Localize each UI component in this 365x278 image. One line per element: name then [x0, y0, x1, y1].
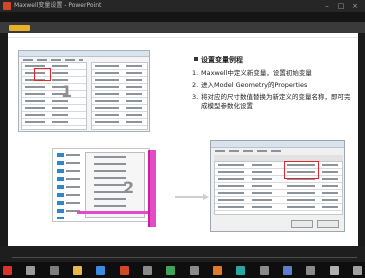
app-icon-15[interactable]: [329, 265, 339, 275]
dialog-tab-labels: [23, 59, 83, 61]
app-icon-13[interactable]: [282, 265, 292, 275]
step-text: Maxwell中定义新变量，设置初始变量: [201, 69, 312, 77]
step-list: 1. Maxwell中定义新变量，设置初始变量 2. 进入Model Geome…: [192, 69, 352, 114]
active-tab-marker[interactable]: [9, 25, 30, 31]
tree-node-labels: [66, 154, 80, 218]
arrow-right-icon: [175, 194, 209, 200]
status-bar: [0, 246, 365, 262]
step-text: 进入Model Geometry的Properties: [201, 81, 308, 89]
ribbon-tab-row: [0, 22, 365, 33]
title-bar: Maxwell变量设置 - PowerPoint – □ ×: [0, 0, 365, 12]
step-number: 1.: [192, 69, 199, 77]
file-explorer-icon[interactable]: [72, 265, 82, 275]
callout-number-2: 2: [123, 178, 135, 197]
red-highlight-box: [284, 161, 319, 179]
dialog-tab-labels: [215, 150, 285, 152]
app-icon-12[interactable]: [259, 265, 269, 275]
variable-grid: [21, 62, 87, 130]
cancel-button: [317, 220, 339, 228]
tree-node-icons: [57, 153, 64, 219]
start-icon[interactable]: [3, 265, 12, 275]
app-icon-7[interactable]: [142, 265, 152, 275]
geometry-properties-screenshot: [210, 140, 345, 232]
notification-icon[interactable]: [352, 265, 362, 275]
property-grid: [91, 62, 148, 130]
red-highlight-box: [34, 68, 51, 81]
slide-title-text: 设置变量例程: [201, 56, 243, 64]
context-menu: [85, 152, 145, 218]
app-icon-9[interactable]: [189, 265, 199, 275]
slide-header-rule: [8, 37, 358, 38]
grid-text-column: [218, 164, 244, 212]
step-number: 2.: [192, 81, 199, 89]
maximize-button[interactable]: □: [336, 1, 346, 11]
app-icon-11[interactable]: [236, 265, 246, 275]
dialog-titlebar: [19, 51, 149, 57]
step-item: 3. 将对应的尺寸数值替换为新定义的变量名称，即可完成模型参数化设置: [192, 93, 352, 111]
close-button[interactable]: ×: [350, 1, 360, 11]
app-icon-10[interactable]: [212, 265, 222, 275]
browser-icon[interactable]: [96, 265, 106, 275]
context-menu-items: [94, 156, 126, 214]
minimize-button[interactable]: –: [322, 1, 332, 11]
taskbar-icons: [0, 262, 365, 278]
magenta-highlight-bar: [148, 150, 156, 227]
slide-canvas: 1 2 设置变量例程 1. Maxwell中定义新变量，设置初始变量 2. 进入…: [8, 33, 358, 246]
search-icon[interactable]: [26, 265, 36, 275]
dialog-titlebar: [211, 141, 344, 148]
app-icon-14[interactable]: [306, 265, 316, 275]
magenta-highlight-line: [77, 211, 149, 214]
powerpoint-app-icon[interactable]: [3, 2, 11, 10]
powerpoint-icon[interactable]: [119, 265, 129, 275]
ok-button: [291, 220, 313, 228]
app-icon-8[interactable]: [166, 265, 176, 275]
properties-dialog-screenshot: 1: [18, 50, 150, 132]
model-tree-screenshot: 2: [52, 148, 150, 222]
task-view-icon[interactable]: [49, 265, 59, 275]
slide-progress-track[interactable]: [12, 257, 357, 258]
slide-title: 设置变量例程: [194, 56, 243, 65]
step-item: 1. Maxwell中定义新变量，设置初始变量: [192, 69, 352, 78]
window-title: Maxwell变量设置 - PowerPoint: [14, 2, 102, 9]
grid-text-column: [126, 65, 142, 127]
grid-text-column: [322, 164, 338, 212]
callout-number-1: 1: [61, 82, 73, 101]
grid-text-column: [252, 164, 272, 212]
step-item: 2. 进入Model Geometry的Properties: [192, 81, 352, 90]
step-text: 将对应的尺寸数值替换为新定义的变量名称，即可完成模型参数化设置: [201, 93, 351, 110]
step-number: 3.: [192, 93, 199, 101]
geometry-property-grid: [214, 161, 343, 215]
grid-text-column: [95, 65, 119, 127]
title-bullet-icon: [194, 57, 198, 61]
toolbar-strip: [0, 12, 365, 22]
